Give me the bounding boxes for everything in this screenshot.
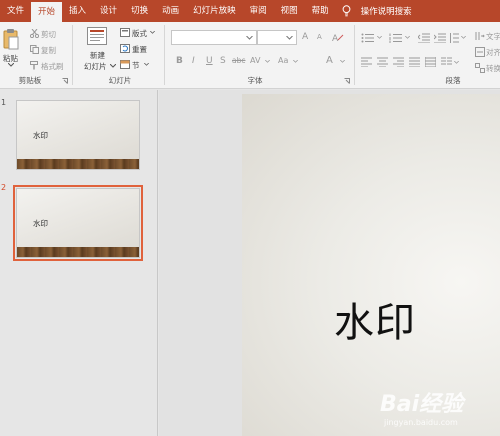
bullets-icon[interactable] (361, 33, 375, 43)
tab-help[interactable]: 帮助 (305, 0, 336, 22)
section-button[interactable]: 节 (132, 60, 140, 71)
tab-review[interactable]: 审阅 (243, 0, 274, 22)
new-slide-label-2[interactable]: 幻灯片 (84, 61, 107, 72)
justify-icon[interactable] (409, 57, 420, 67)
text-direction-button[interactable]: 文字 (486, 31, 500, 42)
copy-icon (30, 45, 39, 54)
tab-animations[interactable]: 动画 (155, 0, 186, 22)
chevron-down-icon[interactable] (405, 36, 410, 39)
clipboard-group-label: 剪贴板 (18, 76, 42, 85)
baidu-jingyan-watermark: Bai经验 jingyan.baidu.com (380, 386, 498, 434)
slide-title-text[interactable]: 水印 (334, 290, 416, 348)
font-name-dropdown[interactable] (171, 30, 257, 45)
chevron-down-icon[interactable] (340, 60, 345, 63)
underline-button[interactable]: U (206, 56, 213, 66)
reset-button[interactable]: 重置 (132, 44, 147, 55)
font-size-dropdown[interactable] (257, 30, 297, 45)
watermark-logo: Bai经验 (380, 392, 464, 417)
increase-indent-icon[interactable] (434, 33, 446, 43)
wood-floor-image (17, 247, 139, 257)
clear-formatting-icon[interactable]: A (332, 32, 344, 43)
divider (164, 25, 165, 85)
tab-insert[interactable]: 插入 (62, 0, 93, 22)
tab-home[interactable]: 开始 (31, 2, 63, 22)
cut-button[interactable]: 剪切 (41, 29, 56, 40)
align-right-icon[interactable] (393, 57, 404, 67)
align-left-icon[interactable] (361, 57, 372, 67)
format-painter-icon (30, 61, 38, 70)
ribbon-tab-bar: 文件 开始 插入 设计 切换 动画 幻灯片放映 审阅 视图 帮助 操作说明搜索 (0, 0, 500, 22)
tab-view[interactable]: 视图 (274, 0, 305, 22)
slide-thumbnail-1[interactable]: 水印 (16, 100, 140, 170)
layout-button[interactable]: 版式 (132, 28, 147, 39)
chevron-down-icon[interactable] (377, 36, 382, 39)
shadow-s-button[interactable]: S (220, 56, 226, 66)
layout-icon (120, 28, 130, 37)
slide-editor: 水印 (159, 90, 500, 436)
thumbnail-text: 水印 (33, 131, 48, 140)
tab-design[interactable]: 设计 (93, 0, 124, 22)
current-slide-canvas[interactable]: 水印 (242, 94, 500, 436)
reset-icon (120, 44, 130, 53)
thumbnail-text: 水印 (33, 219, 48, 228)
copy-button[interactable]: 复制 (41, 45, 56, 56)
chevron-down-icon[interactable] (110, 64, 116, 68)
align-text-icon (475, 47, 485, 57)
dialog-launcher-icon[interactable] (344, 78, 350, 84)
tab-transitions[interactable]: 切换 (124, 0, 155, 22)
paragraph-group-label: 段落 (445, 76, 461, 85)
tab-file[interactable]: 文件 (0, 0, 31, 22)
new-slide-label-1[interactable]: 新建 (90, 50, 105, 61)
grow-font-button[interactable]: A (302, 32, 308, 42)
slide-number: 1 (1, 98, 7, 107)
char-spacing-button[interactable]: AV (250, 56, 260, 65)
tell-me-search[interactable]: 操作说明搜索 (342, 0, 412, 22)
tell-me-label: 操作说明搜索 (360, 7, 412, 17)
chevron-down-icon[interactable] (150, 31, 155, 34)
chevron-down-icon[interactable] (293, 60, 298, 63)
chevron-down-icon[interactable] (144, 63, 149, 66)
divider (354, 25, 355, 85)
lightbulb-icon (342, 5, 351, 17)
svg-text:A: A (332, 34, 339, 43)
wood-floor-image (17, 159, 139, 169)
strikethrough-button[interactable]: abc (232, 56, 245, 65)
decrease-indent-icon[interactable] (418, 33, 430, 43)
format-painter-button[interactable]: 格式刷 (41, 61, 64, 72)
shrink-font-button[interactable]: A (317, 33, 322, 41)
watermark-url: jingyan.baidu.com (384, 418, 458, 427)
convert-smartart-button[interactable]: 转换 (486, 63, 500, 74)
numbering-icon[interactable] (389, 33, 403, 43)
slides-group-label: 幻灯片 (108, 76, 132, 85)
tab-slideshow[interactable]: 幻灯片放映 (186, 0, 243, 22)
paste-icon[interactable] (3, 28, 19, 50)
font-color-button[interactable]: A (326, 55, 333, 66)
section-icon (120, 60, 130, 69)
columns-icon[interactable] (441, 57, 452, 67)
align-text-button[interactable]: 对齐 (486, 47, 500, 58)
text-direction-icon (475, 32, 485, 40)
slide-thumbnail-pane: 1 水印 2 (0, 90, 158, 436)
dialog-launcher-icon[interactable] (62, 78, 68, 84)
chevron-down-icon (286, 36, 293, 40)
slide-thumbnail-2[interactable]: 水印 (16, 188, 140, 258)
slide-number: 2 (1, 183, 7, 192)
align-center-icon[interactable] (377, 57, 388, 67)
font-group-label: 字体 (247, 76, 263, 85)
divider (72, 25, 73, 85)
change-case-button[interactable]: Aa (278, 56, 288, 65)
bold-button[interactable]: B (176, 56, 183, 66)
chevron-down-icon (246, 36, 253, 40)
distributed-icon[interactable] (425, 57, 436, 67)
chevron-down-icon[interactable] (454, 61, 459, 64)
smartart-icon (475, 63, 485, 73)
line-spacing-icon[interactable] (449, 33, 459, 43)
new-slide-icon[interactable] (87, 27, 107, 45)
chevron-down-icon[interactable] (265, 60, 270, 63)
chevron-down-icon[interactable] (461, 36, 466, 39)
ribbon: 粘贴 剪切 复制 格式刷 剪贴板 新建 幻灯片 版式 重置 节 幻灯片 A A … (0, 22, 500, 89)
scissors-icon (30, 29, 39, 38)
italic-button[interactable]: I (192, 56, 195, 66)
chevron-down-icon[interactable] (8, 63, 14, 67)
